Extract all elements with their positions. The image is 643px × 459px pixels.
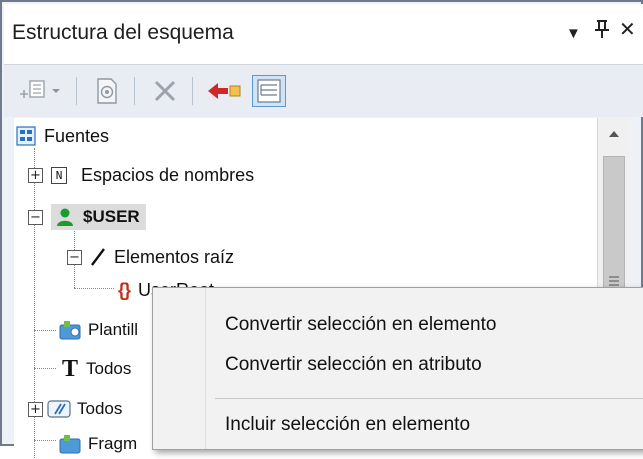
tree-item-label: $USER (83, 207, 140, 226)
tree-item-label: Todos (86, 359, 132, 378)
delete-icon (154, 80, 176, 102)
back-arrow-icon (208, 83, 241, 99)
toolbar-separator (76, 77, 77, 105)
tree-item-label: Elementos raíz (114, 246, 235, 267)
slash-icon (91, 248, 105, 266)
tree-connector-line (74, 288, 114, 289)
tree-connector-line (34, 368, 56, 369)
menu-item-convert-to-element[interactable]: Convertir selección en elemento (225, 314, 496, 336)
tree-item-all-text[interactable]: T Todos (62, 354, 131, 384)
expand-plus-icon[interactable]: + (28, 401, 43, 417)
toolbar (4, 64, 643, 117)
namespace-icon: N (51, 166, 67, 184)
schema-icon (97, 78, 117, 104)
schema-tree-panel: Estructura del esquema ▼ ✕ Fuentes + N E… (0, 0, 643, 458)
template-icon (59, 321, 81, 340)
user-icon (57, 208, 73, 226)
panel-title: Estructura del esquema (12, 21, 234, 44)
tree-item-label: Fuentes (44, 125, 110, 146)
menu-item-convert-to-attribute[interactable]: Convertir selección en atributo (225, 354, 482, 376)
tree-view-button[interactable] (252, 75, 286, 107)
tree-view-icon (257, 79, 281, 103)
expand-plus-icon[interactable]: + (28, 167, 43, 183)
schema-button[interactable] (90, 75, 124, 107)
tree-connector-line (34, 330, 56, 331)
tree-item-label: Espacios de nombres (81, 164, 255, 185)
tree-item-fragments[interactable]: Fragm (58, 429, 137, 459)
tree-item-user[interactable]: − $USER (28, 202, 146, 232)
tree-item-fuentes[interactable]: Fuentes (16, 121, 109, 151)
context-menu: Convertir selección en elemento Converti… (152, 287, 643, 450)
fragment-icon (59, 435, 81, 454)
sources-icon (16, 126, 36, 146)
text-T-icon: T (62, 355, 79, 382)
tree-item-label: Todos (77, 399, 123, 418)
tree-item-templates[interactable]: Plantill (58, 315, 138, 345)
move-back-button[interactable] (204, 75, 244, 107)
panel-dropdown-icon[interactable]: ▼ (566, 22, 581, 46)
tree-item-root-elements[interactable]: − Elementos raíz (67, 242, 234, 272)
selected-item-highlight: $USER (51, 204, 146, 230)
panel-title-bar: Estructura del esquema ▼ ✕ (4, 4, 643, 64)
toolbar-separator (192, 77, 193, 105)
braces-icon: {} (118, 279, 131, 300)
all-elements-icon (47, 400, 71, 418)
menu-item-wrap-in-element[interactable]: Incluir selección en elemento (225, 414, 470, 436)
tree-item-label: Plantill (88, 320, 139, 339)
tree-item-all-elements[interactable]: + Todos (28, 394, 122, 424)
delete-button[interactable] (148, 75, 182, 107)
collapse-minus-icon[interactable]: − (67, 249, 82, 265)
scroll-grip-icon (609, 276, 619, 286)
add-element-button[interactable] (16, 75, 66, 107)
tree-item-label: Fragm (88, 434, 138, 453)
collapse-minus-icon[interactable]: − (28, 209, 43, 225)
tree-item-namespaces[interactable]: + N Espacios de nombres (28, 160, 254, 190)
scroll-up-arrow-icon[interactable] (598, 122, 630, 146)
toolbar-separator (134, 77, 135, 105)
menu-separator (215, 398, 643, 399)
menu-icon-strip-divider (205, 288, 206, 449)
tree-connector-line (34, 440, 56, 441)
pin-icon[interactable] (592, 18, 612, 46)
add-element-icon (20, 80, 60, 98)
close-icon[interactable]: ✕ (619, 18, 636, 42)
